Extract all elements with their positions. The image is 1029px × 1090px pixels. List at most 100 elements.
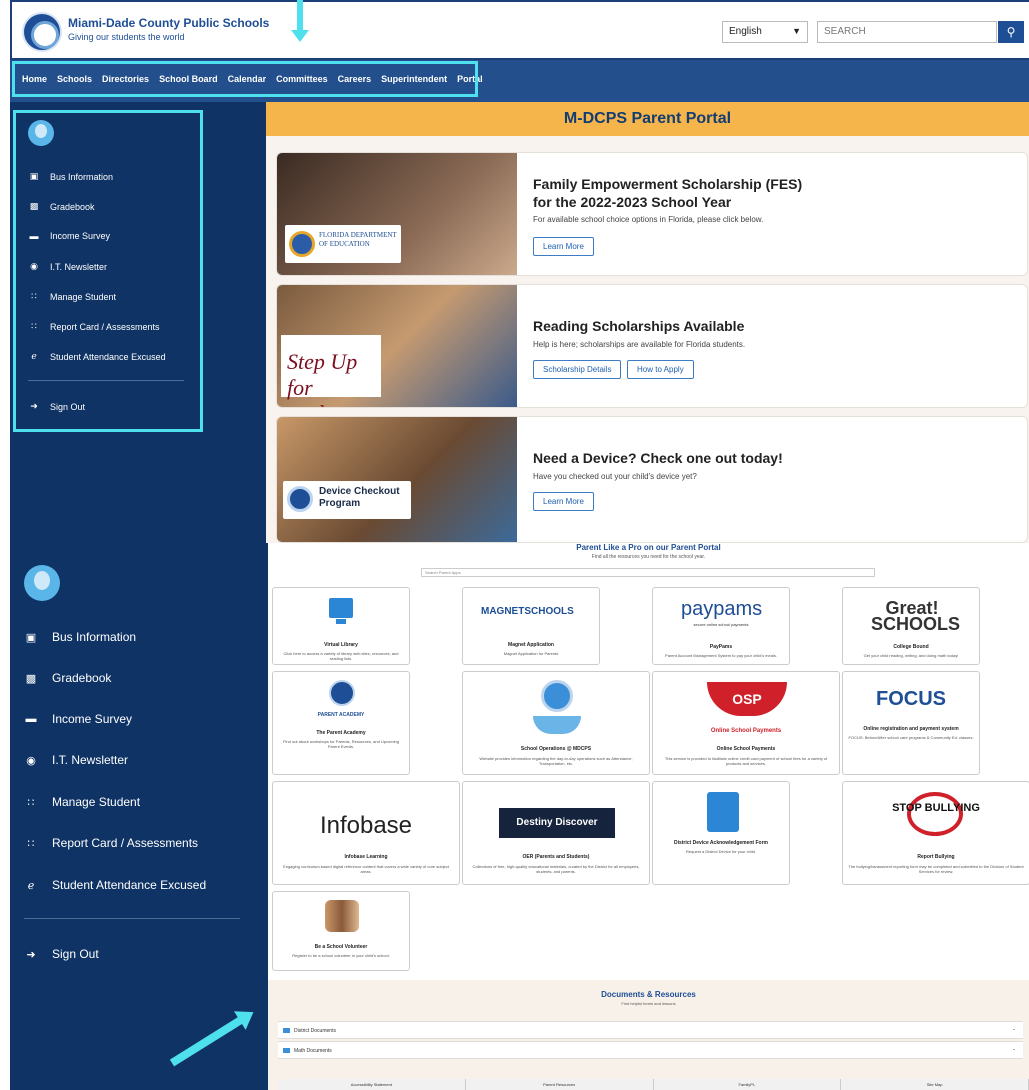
- stop-sign-icon: [907, 792, 963, 836]
- sign-out-icon: ➜: [26, 948, 36, 961]
- sidebar-zoomed: [10, 543, 268, 1090]
- card-fes: FLORIDA DEPARTMENT OF EDUCATION Family E…: [276, 152, 1028, 276]
- tile-title: District Device Acknowledgement Form: [673, 840, 768, 846]
- card-title: Reading Scholarships Available: [533, 318, 745, 334]
- chevron-down-icon: ▼: [792, 26, 801, 36]
- highlight-arrow-down: [291, 0, 309, 42]
- expand-icon[interactable]: -: [1013, 1047, 1015, 1053]
- tile-title: OER (Parents and Students): [522, 854, 590, 860]
- parent-academy-logo: PARENT ACADEMY: [317, 712, 365, 718]
- sidebar-item-report-card[interactable]: ∷ Report Card / Assessments: [24, 836, 199, 850]
- apps-search-input[interactable]: Search Parent Apps: [421, 568, 875, 577]
- district-logo[interactable]: [22, 12, 62, 52]
- sidebar-item-label: Report Card / Assessments: [52, 836, 199, 850]
- step-up-logo: Step Up for students: [281, 335, 381, 407]
- tile-desc: FOCUS: Before/After school care programs…: [848, 735, 974, 740]
- apps-title: Parent Like a Pro on our Parent Portal: [576, 543, 721, 552]
- tile-virtual-library[interactable]: Virtual Library Click here to access a v…: [272, 587, 410, 665]
- sign-out-label: Sign Out: [52, 947, 99, 961]
- sidebar-item-income[interactable]: ▬ Income Survey: [24, 712, 133, 726]
- search-input[interactable]: SEARCH: [817, 21, 997, 43]
- sidebar-item-manage-student[interactable]: ∷ Manage Student: [24, 795, 141, 809]
- portal-title: M-DCPS Parent Portal: [266, 102, 1029, 136]
- district-seal-icon: [287, 486, 313, 512]
- newsletter-icon: ◉: [26, 754, 36, 767]
- tile-title: Online registration and payment system: [863, 726, 959, 732]
- infobase-logo: Infobase: [319, 812, 413, 839]
- tile-infobase[interactable]: Infobase Infobase Learning Engaging curr…: [272, 781, 460, 885]
- top-screenshot: Miami-Dade County Public Schools Giving …: [0, 0, 1029, 543]
- sidebar-item-label: Student Attendance Excused: [52, 878, 207, 892]
- avatar[interactable]: [24, 565, 60, 601]
- tile-desc: Register to be a school volunteer in you…: [292, 953, 390, 958]
- tile-oer[interactable]: Destiny Discover OER (Parents and Studen…: [462, 781, 650, 885]
- tile-title: The Parent Academy: [316, 730, 366, 736]
- language-select[interactable]: English ▼: [722, 21, 808, 43]
- learn-more-button[interactable]: Learn More: [533, 492, 594, 511]
- money-icon: ▬: [25, 713, 37, 725]
- doc-row-label: Math Documents: [294, 1048, 332, 1054]
- paypams-logo-sub: secure online school payments: [693, 622, 749, 627]
- footer-familypl[interactable]: FamilyPL: [654, 1079, 842, 1090]
- book-icon: [533, 716, 581, 734]
- fldoe-logo-text: FLORIDA DEPARTMENT OF EDUCATION: [319, 231, 397, 248]
- card-title: Family Empowerment Scholarship (FES) for…: [533, 176, 803, 210]
- sidebar-item-gradebook[interactable]: ▩ Gradebook: [24, 671, 112, 685]
- language-value: English: [729, 26, 762, 37]
- brand[interactable]: Miami-Dade County Public Schools Giving …: [68, 16, 269, 42]
- doc-row-district[interactable]: District Documents -: [278, 1021, 1023, 1039]
- computer-icon: [329, 598, 353, 618]
- tile-report-bullying[interactable]: STOP BULLYING Report Bullying The bullyi…: [842, 781, 1029, 885]
- school-operations-icon: [541, 680, 573, 712]
- card-text: For available school choice options in F…: [533, 215, 764, 224]
- documents-subtitle: Find helpful forms and lessons: [621, 1001, 676, 1006]
- sidebar-item-label: Bus Information: [52, 630, 137, 644]
- osp-logo-sub: Online School Payments: [710, 728, 782, 734]
- sidebar-item-bus[interactable]: ▣ Bus Information: [24, 630, 136, 644]
- card-title: Need a Device? Check one out today!: [533, 450, 783, 466]
- tile-focus[interactable]: FOCUS Online registration and payment sy…: [842, 671, 980, 775]
- tile-volunteer[interactable]: Be a School Volunteer Register to be a s…: [272, 891, 410, 971]
- tile-desc: Parent Account Management System to pay …: [665, 653, 777, 658]
- step-up-logo-text: Step Up for students: [287, 349, 359, 407]
- tile-desc: Find out about workshops for Parents, Re…: [283, 739, 399, 749]
- search-icon[interactable]: ⚲: [998, 21, 1024, 43]
- expand-icon[interactable]: -: [1013, 1027, 1015, 1033]
- card-device: Device Checkout Program Need a Device? C…: [276, 416, 1028, 543]
- bottom-screenshot: ▣ Bus Information ▩ Gradebook ▬ Income Surv…: [0, 543, 1029, 1090]
- osp-logo: OSP: [707, 682, 787, 716]
- tile-paypams[interactable]: paypams secure online school payments Pa…: [652, 587, 790, 665]
- sidebar-item-attendance[interactable]: ℯ Student Attendance Excused: [24, 878, 206, 892]
- footer-accessibility[interactable]: Accessibility Statement: [278, 1079, 466, 1090]
- sidebar-item-newsletter[interactable]: ◉ I.T. Newsletter: [24, 753, 128, 767]
- reading-image: Step Up for students: [277, 285, 517, 407]
- destiny-logo: Destiny Discover: [499, 808, 615, 838]
- card-reading: Step Up for students Reading Scholarship…: [276, 284, 1028, 408]
- sidebar-item-label: Income Survey: [52, 712, 133, 726]
- how-to-apply-button[interactable]: How to Apply: [627, 360, 694, 379]
- doc-row-math[interactable]: Math Documents -: [278, 1041, 1023, 1059]
- tile-parent-academy[interactable]: PARENT ACADEMY The Parent Academy Find o…: [272, 671, 410, 775]
- apps-subtitle: Find all the resources you need for the …: [591, 554, 706, 560]
- sidebar-item-label: I.T. Newsletter: [52, 753, 129, 767]
- magnet-logo: MAGNETSCHOOLS: [481, 606, 574, 617]
- family-icon: ∷: [27, 796, 35, 809]
- footer-site-map[interactable]: Site Map: [841, 1079, 1029, 1090]
- tile-desc: Website provides information regarding t…: [479, 756, 633, 766]
- monitor-stand: [336, 619, 346, 624]
- tile-magnet[interactable]: MAGNETSCHOOLS Magnet Application Magnet …: [462, 587, 600, 665]
- sign-out-link[interactable]: ➜ Sign Out: [24, 947, 99, 961]
- learn-more-button[interactable]: Learn More: [533, 237, 594, 256]
- tile-desc: This service is provided to facilitate o…: [664, 756, 828, 766]
- tile-college-bound[interactable]: Great! SCHOOLS College Bound Get your ch…: [842, 587, 980, 665]
- footer-parent-resources[interactable]: Parent Resources: [466, 1079, 654, 1090]
- tile-desc: Collections of free, high-quality educat…: [472, 864, 640, 874]
- scholarship-details-button[interactable]: Scholarship Details: [533, 360, 622, 379]
- folder-icon: [283, 1048, 290, 1053]
- card-text: Have you checked out your child's device…: [533, 472, 697, 481]
- tile-osp[interactable]: OSP Online School Payments Online School…: [652, 671, 840, 775]
- footer-links: Accessibility Statement Parent Resources…: [278, 1079, 1029, 1090]
- tile-desc: Engaging curriculum-based digital refere…: [283, 864, 449, 874]
- tile-school-operations[interactable]: School Operations @ MDCPS Website provid…: [462, 671, 650, 775]
- tile-device-form[interactable]: District Device Acknowledgement Form Req…: [652, 781, 790, 885]
